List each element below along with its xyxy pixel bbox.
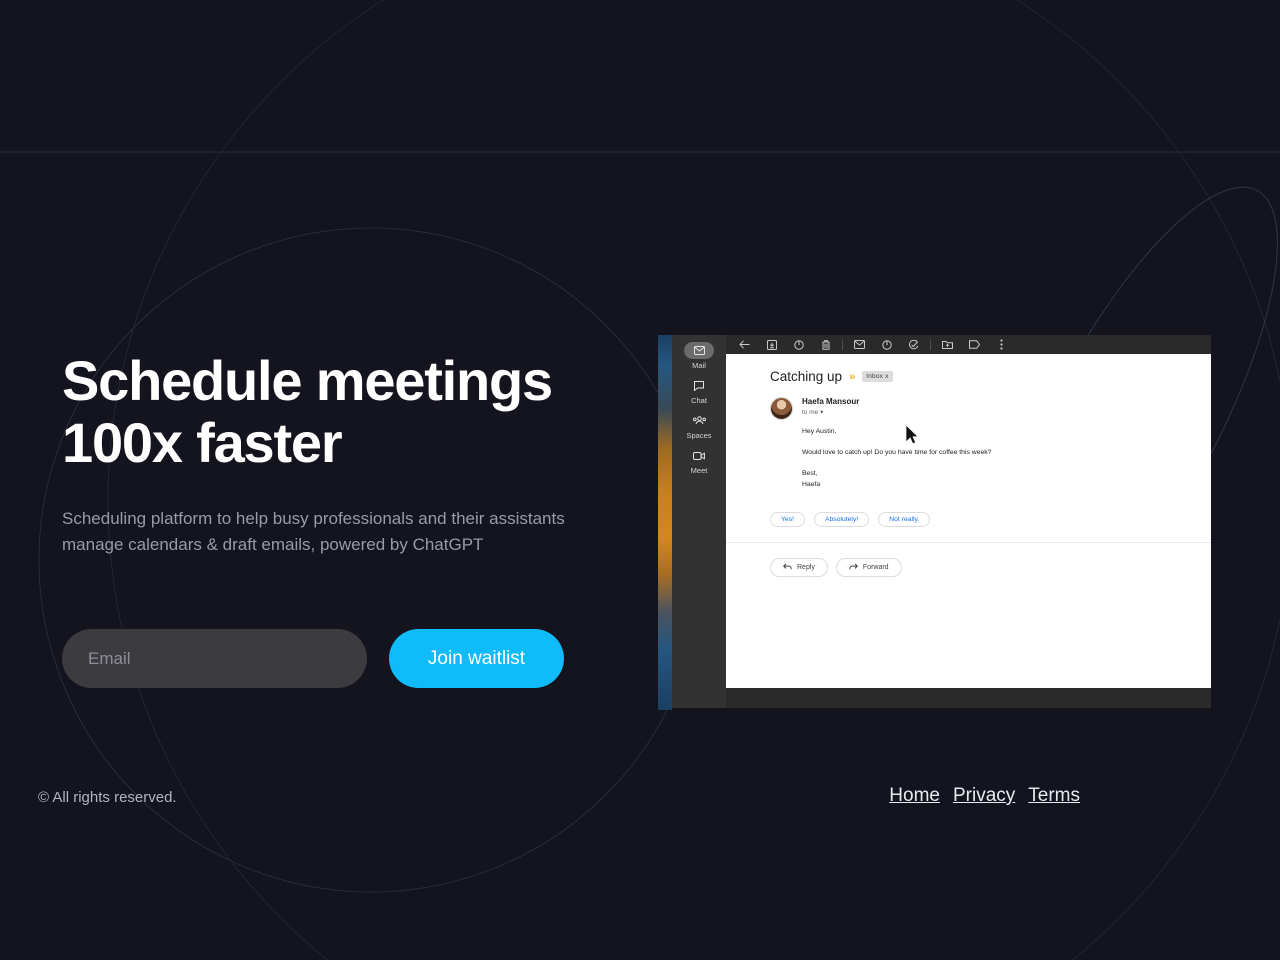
report-spam-icon[interactable] [785,335,812,354]
email-body-panel: Catching up » Inbox x Haefa Mansour to m… [726,354,1211,689]
recipient-line[interactable]: to me ▾ [802,408,991,416]
label-remove-icon[interactable]: x [885,373,888,380]
mark-unread-icon[interactable] [846,335,873,354]
hero-section: Schedule meetings 100x faster Scheduling… [62,350,622,558]
smart-reply-chips: Yes! Absolutely! Not really. [770,511,1211,527]
email-subject: Catching up [770,369,843,384]
meet-icon [684,447,714,464]
add-to-tasks-icon[interactable] [900,335,927,354]
toolbar-divider [842,339,843,350]
move-to-icon[interactable] [934,335,961,354]
gmail-sidebar: Mail Chat Spaces Meet [672,335,726,708]
headline-line-1: Schedule meetings [62,349,553,412]
sender-name: Haefa Mansour [802,397,860,406]
smart-reply-yes[interactable]: Yes! [770,511,805,527]
email-message: Haefa Mansour to me ▾ Hey Austin, Would … [770,397,1211,490]
sidebar-item-mail[interactable]: Mail [672,335,726,370]
window-footer-bar [726,688,1211,708]
sidebar-item-chat[interactable]: Chat [672,370,726,405]
more-options-icon[interactable] [988,335,1015,354]
message-content: Haefa Mansour to me ▾ Hey Austin, Would … [802,397,991,490]
hero-subtitle: Scheduling platform to help busy profess… [62,509,565,554]
inbox-label-chip[interactable]: Inbox x [862,371,893,382]
back-arrow-icon[interactable] [731,335,758,354]
forward-button[interactable]: Forward [835,557,902,577]
recipient-text: to me [802,409,819,416]
sidebar-item-spaces[interactable]: Spaces [672,405,726,440]
forward-label: Forward [862,563,889,571]
email-greeting: Hey Austin, [802,428,837,435]
email-signoff: Best, Haefa [802,469,991,489]
label-text: Inbox [866,373,884,380]
copyright-text: © All rights reserved. [38,789,177,806]
sidebar-label-spaces: Spaces [686,431,712,440]
gmail-mockup: Mail Chat Spaces Meet Catching up » Inbo… [658,335,1211,710]
email-field[interactable] [62,629,367,688]
sidebar-item-meet[interactable]: Meet [672,440,726,475]
toolbar-divider-2 [930,339,931,350]
smart-reply-not-really[interactable]: Not really. [878,511,931,527]
divider [726,541,1211,543]
spaces-icon [684,412,714,429]
archive-icon[interactable] [758,335,785,354]
landing-page: Schedule meetings 100x faster Scheduling… [0,0,1280,960]
snooze-icon[interactable] [873,335,900,354]
headline-line-2: 100x faster [62,411,343,474]
waitlist-form: Join waitlist [62,629,564,688]
important-marker-icon[interactable]: » [849,371,855,383]
email-subject-row: Catching up » Inbox x [770,369,1211,384]
smart-reply-absolutely[interactable]: Absolutely! [813,511,870,527]
labels-icon[interactable] [961,335,988,354]
page-title: Schedule meetings 100x faster [62,350,622,474]
avatar [770,397,793,420]
email-text: Hey Austin, Would love to catch up! Do y… [802,427,991,490]
join-waitlist-button[interactable]: Join waitlist [389,629,564,688]
sidebar-label-meet: Meet [690,466,708,475]
desktop-wallpaper-strip [658,335,672,710]
mail-icon [684,342,714,359]
signoff-text: Best, [802,470,818,478]
footer-nav: Home Privacy Terms [889,785,1080,807]
reply-icon [782,563,792,572]
chevron-down-icon[interactable]: ▾ [820,409,823,416]
chat-icon [684,377,714,394]
footer-link-home[interactable]: Home [889,785,940,807]
signature-text: Haefa [802,480,821,488]
sidebar-label-mail: Mail [692,361,706,370]
footer-link-privacy[interactable]: Privacy [953,785,1015,807]
reply-button[interactable]: Reply [770,557,828,577]
email-actions: Reply Forward [770,557,1211,577]
delete-icon[interactable] [812,335,839,354]
gmail-main-panel: Catching up » Inbox x Haefa Mansour to m… [726,335,1211,708]
reply-label: Reply [797,563,815,571]
email-body-text: Would love to catch up! Do you have time… [802,449,992,457]
footer-link-terms[interactable]: Terms [1028,785,1080,807]
gmail-toolbar [726,335,1211,354]
sidebar-label-chat: Chat [691,396,707,405]
forward-icon [849,563,858,572]
